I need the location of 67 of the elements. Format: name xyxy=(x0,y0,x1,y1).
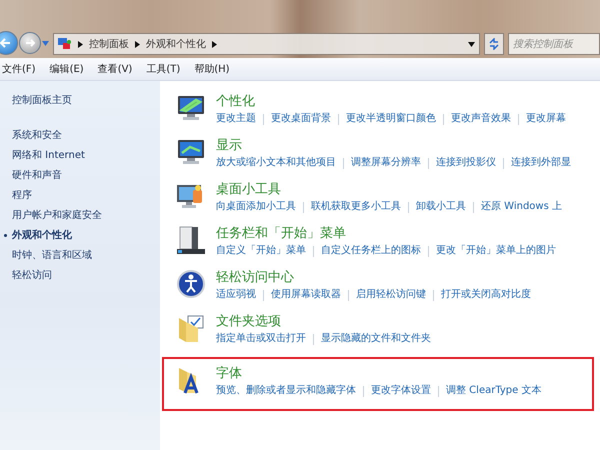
bullet-icon xyxy=(4,234,7,237)
task-link[interactable]: 指定单击或双击打开 xyxy=(216,332,306,346)
task-link[interactable]: 启用轻松访问键 xyxy=(356,288,426,302)
chevron-icon[interactable] xyxy=(78,40,83,48)
category-title[interactable]: 字体 xyxy=(216,365,542,382)
refresh-icon xyxy=(488,38,500,50)
sidebar-item[interactable]: 程序 xyxy=(12,188,32,203)
task-link[interactable]: 使用屏幕读取器 xyxy=(271,288,341,302)
sidebar-item[interactable]: 用户帐户和家庭安全 xyxy=(12,208,102,223)
menu-item[interactable]: 文件(F) xyxy=(2,62,36,76)
sidebar-link[interactable]: 控制面板主页 xyxy=(12,93,160,108)
menu-item[interactable]: 帮助(H) xyxy=(194,62,230,76)
task-link[interactable]: 自定义「开始」菜单 xyxy=(216,244,306,258)
refresh-button[interactable] xyxy=(484,33,504,55)
task-link[interactable]: 更改桌面背景 xyxy=(271,112,331,126)
forward-button[interactable] xyxy=(19,32,41,54)
menu-item[interactable]: 编辑(E) xyxy=(50,62,84,76)
task-link[interactable]: 放大或缩小文本和其他项目 xyxy=(216,156,336,170)
task-link[interactable]: 还原 Windows 上 xyxy=(481,200,562,214)
taskbar-icon xyxy=(176,225,206,255)
task-link[interactable]: 更改半透明窗口颜色 xyxy=(346,112,436,126)
back-button[interactable] xyxy=(0,31,18,55)
sidebar-item[interactable]: 系统和安全 xyxy=(12,128,62,143)
folder-icon xyxy=(176,313,206,343)
sidebar-item[interactable]: 轻松访问 xyxy=(12,268,52,283)
task-link[interactable]: 调整屏幕分辨率 xyxy=(351,156,421,170)
accessibility-icon xyxy=(176,269,206,299)
category-title[interactable]: 个性化 xyxy=(216,93,566,110)
sidebar-item[interactable]: 时钟、语言和区域 xyxy=(12,248,92,263)
category-title[interactable]: 轻松访问中心 xyxy=(216,269,531,286)
chevron-icon[interactable] xyxy=(135,40,140,48)
category-title[interactable]: 显示 xyxy=(216,137,571,154)
category-title[interactable]: 文件夹选项 xyxy=(216,313,431,330)
task-link[interactable]: 向桌面添加小工具 xyxy=(216,200,296,214)
category-title[interactable]: 任务栏和「开始」菜单 xyxy=(216,225,556,242)
task-link[interactable]: 调整 ClearType 文本 xyxy=(446,384,542,398)
task-link[interactable]: 更改主题 xyxy=(216,112,256,126)
task-link[interactable]: 联机获取更多小工具 xyxy=(311,200,401,214)
monitor-icon xyxy=(176,93,206,123)
task-link[interactable]: 更改字体设置 xyxy=(371,384,431,398)
menu-item[interactable]: 工具(T) xyxy=(146,62,180,76)
task-link[interactable]: 更改声音效果 xyxy=(451,112,511,126)
task-link[interactable]: 显示隐藏的文件和文件夹 xyxy=(321,332,431,346)
address-bar[interactable]: 控制面板 外观和个性化 xyxy=(53,33,480,55)
sidebar-item[interactable]: 外观和个性化 xyxy=(12,228,72,243)
task-link[interactable]: 更改「开始」菜单上的图片 xyxy=(436,244,556,258)
control-panel-icon xyxy=(58,38,72,50)
breadcrumb[interactable]: 控制面板 xyxy=(89,37,129,51)
task-link[interactable]: 自定义任务栏上的图标 xyxy=(321,244,421,258)
task-link[interactable]: 更改屏幕 xyxy=(526,112,566,126)
search-field[interactable]: 搜索控制面板 xyxy=(508,33,600,55)
breadcrumb[interactable]: 外观和个性化 xyxy=(146,37,206,51)
sidebar-item[interactable]: 硬件和声音 xyxy=(12,168,62,183)
chevron-icon[interactable] xyxy=(212,40,217,48)
task-link[interactable]: 卸载小工具 xyxy=(416,200,466,214)
dropdown-icon[interactable] xyxy=(468,42,475,46)
arrow-icon xyxy=(0,37,12,49)
menu-item[interactable]: 查看(V) xyxy=(98,62,132,76)
sidebar-item[interactable]: 网络和 Internet xyxy=(12,148,85,163)
task-link[interactable]: 连接到外部显 xyxy=(511,156,571,170)
arrow-icon xyxy=(25,38,35,48)
task-link[interactable]: 打开或关闭高对比度 xyxy=(441,288,531,302)
task-link[interactable]: 适应弱视 xyxy=(216,288,256,302)
monitor-icon xyxy=(176,137,206,167)
category-title[interactable]: 桌面小工具 xyxy=(216,181,562,198)
task-link[interactable]: 预览、删除或者显示和隐藏字体 xyxy=(216,384,356,398)
task-link[interactable]: 连接到投影仪 xyxy=(436,156,496,170)
